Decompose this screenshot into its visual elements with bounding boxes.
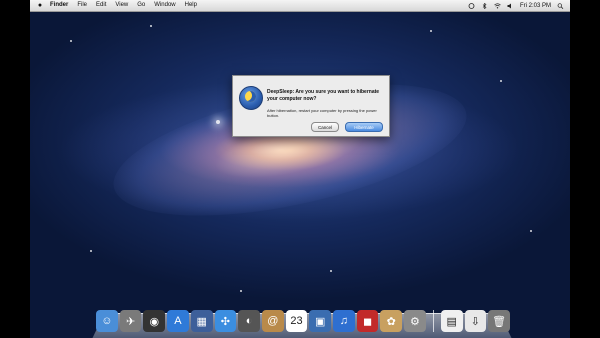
star: [330, 270, 332, 272]
volume-icon[interactable]: [507, 3, 514, 9]
bluetooth-icon[interactable]: [481, 2, 488, 9]
dialog-title: DeepSleep: Are you sure you want to hibe…: [267, 89, 380, 102]
menu-window[interactable]: Window: [154, 0, 175, 11]
spotlight-search-icon[interactable]: [557, 2, 564, 9]
deepsleep-moon-icon: [239, 86, 263, 110]
time-machine-icon[interactable]: [468, 2, 475, 9]
star: [240, 290, 242, 292]
star: [90, 250, 92, 252]
hibernate-button[interactable]: Hibernate: [345, 122, 383, 132]
dock-trash-icon[interactable]: 🗑: [488, 310, 510, 332]
apple-menu-icon[interactable]: ●: [36, 2, 44, 10]
dock-photo-booth-icon[interactable]: ◼: [356, 310, 379, 332]
bright-star: [216, 120, 220, 124]
menu-view[interactable]: View: [115, 0, 128, 11]
star: [70, 40, 72, 42]
dock-facetime-icon[interactable]: ◐: [238, 310, 260, 332]
dock-address-book-icon[interactable]: @: [261, 310, 284, 332]
dock-system-preferences-icon[interactable]: ⚙: [404, 310, 426, 332]
dock-separator: [432, 310, 434, 332]
dock: ☺ ✈ ◉ A ▦ ✣ ◐ @23 ▣ ♫ ◼ ✿ ⚙ ▤ ⇩ 🗑: [96, 306, 510, 332]
menu-edit[interactable]: Edit: [96, 0, 106, 11]
menu-file[interactable]: File: [77, 0, 87, 11]
star: [150, 25, 152, 27]
menu-app-name[interactable]: Finder: [50, 0, 68, 11]
hibernate-confirmation-dialog: DeepSleep: Are you sure you want to hibe…: [232, 75, 390, 137]
dialog-message: After hibernation, restart your computer…: [267, 108, 377, 118]
star: [430, 30, 432, 32]
dock-launchpad-icon[interactable]: ✈: [119, 310, 142, 332]
dock-app-store-icon[interactable]: A: [167, 310, 189, 332]
dock-iphoto-icon[interactable]: ✿: [380, 310, 403, 332]
dock-preview-icon[interactable]: ▣: [309, 310, 332, 332]
dock-dashboard-icon[interactable]: ◉: [143, 310, 166, 332]
dock-documents-icon[interactable]: ▤: [440, 310, 463, 332]
menu-go[interactable]: Go: [137, 0, 145, 11]
dock-finder-icon[interactable]: ☺: [96, 310, 118, 332]
wifi-icon[interactable]: [494, 2, 501, 9]
dock-mission-control-icon[interactable]: ▦: [190, 310, 213, 332]
dock-itunes-icon[interactable]: ♫: [333, 310, 355, 332]
menu-help[interactable]: Help: [185, 0, 197, 11]
star: [530, 230, 532, 232]
menu-bar: ● Finder File Edit View Go Window Help F…: [30, 0, 570, 12]
cancel-button[interactable]: Cancel: [311, 122, 339, 132]
dock-calendar-icon[interactable]: 23: [285, 310, 308, 332]
dock-safari-icon[interactable]: ✣: [214, 310, 237, 332]
star: [500, 80, 502, 82]
menu-clock[interactable]: Fri 2:03 PM: [520, 3, 551, 9]
dock-downloads-icon[interactable]: ⇩: [464, 310, 487, 332]
desktop: ● Finder File Edit View Go Window Help F…: [30, 0, 570, 338]
